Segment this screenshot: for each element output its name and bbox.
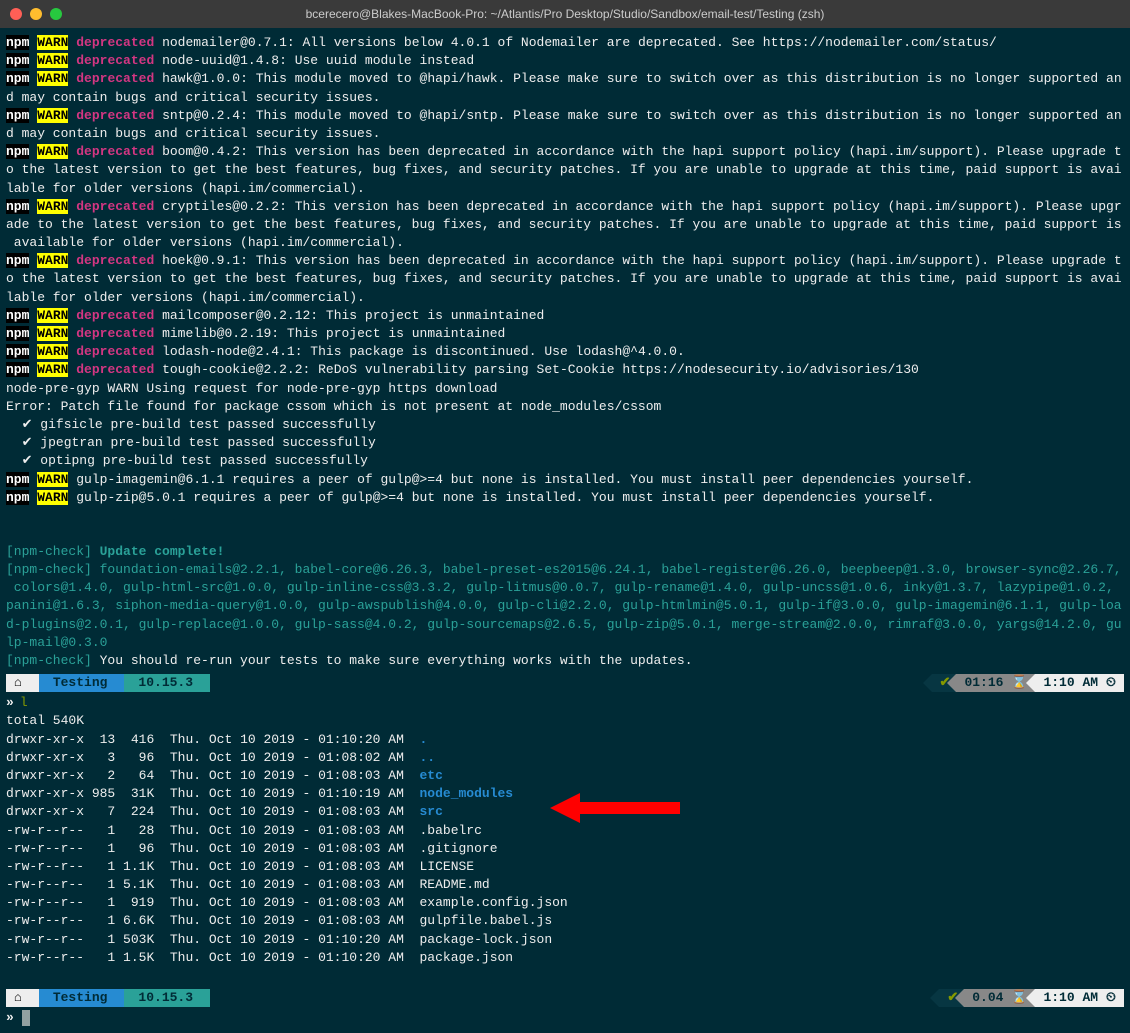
- prompt-duration: 0.04 ⌛: [964, 989, 1035, 1007]
- list-item: -rw-r--r-- 1 96 Thu. Oct 10 2019 - 01:08…: [6, 840, 1124, 858]
- prompt-bar: ⌂Testing10.15.3✔0.04 ⌛1:10 AM ⏲: [6, 989, 1124, 1007]
- list-item: drwxr-xr-x 3 96 Thu. Oct 10 2019 - 01:08…: [6, 749, 1124, 767]
- prompt-bar: ⌂Testing10.15.3✔01:16 ⌛1:10 AM ⏲: [6, 674, 1124, 692]
- home-icon: ⌂: [6, 674, 39, 692]
- arrow-shaft: [580, 802, 680, 814]
- arrow-annotation: [550, 793, 680, 823]
- prompt-version: 10.15.3: [124, 674, 210, 692]
- prompt-version: 10.15.3: [124, 989, 210, 1007]
- prompt-duration: 01:16 ⌛: [956, 674, 1035, 692]
- cursor: [22, 1010, 30, 1026]
- home-icon: ⌂: [6, 989, 39, 1007]
- list-item: -rw-r--r-- 1 503K Thu. Oct 10 2019 - 01:…: [6, 931, 1124, 949]
- arrow-head-icon: [550, 793, 580, 823]
- list-item: -rw-r--r-- 1 1.5K Thu. Oct 10 2019 - 01:…: [6, 949, 1124, 967]
- list-item: -rw-r--r-- 1 1.1K Thu. Oct 10 2019 - 01:…: [6, 858, 1124, 876]
- prompt-dir: Testing: [39, 674, 125, 692]
- list-item: drwxr-xr-x 2 64 Thu. Oct 10 2019 - 01:08…: [6, 767, 1124, 785]
- command-line[interactable]: »: [6, 1009, 1124, 1027]
- terminal-output[interactable]: npm WARN deprecated nodemailer@0.7.1: Al…: [0, 28, 1130, 1033]
- prompt-dir: Testing: [39, 989, 125, 1007]
- list-item: drwxr-xr-x 13 416 Thu. Oct 10 2019 - 01:…: [6, 731, 1124, 749]
- prompt-time: 1:10 AM ⏲: [1035, 989, 1124, 1007]
- window-title: bcerecero@Blakes-MacBook-Pro: ~/Atlantis…: [0, 6, 1130, 23]
- titlebar: bcerecero@Blakes-MacBook-Pro: ~/Atlantis…: [0, 0, 1130, 28]
- list-item: -rw-r--r-- 1 28 Thu. Oct 10 2019 - 01:08…: [6, 822, 1124, 840]
- list-item: -rw-r--r-- 1 919 Thu. Oct 10 2019 - 01:0…: [6, 894, 1124, 912]
- prompt-time: 1:10 AM ⏲: [1035, 674, 1124, 692]
- list-item: -rw-r--r-- 1 5.1K Thu. Oct 10 2019 - 01:…: [6, 876, 1124, 894]
- command-line[interactable]: »l: [6, 694, 1124, 712]
- list-item: -rw-r--r-- 1 6.6K Thu. Oct 10 2019 - 01:…: [6, 912, 1124, 930]
